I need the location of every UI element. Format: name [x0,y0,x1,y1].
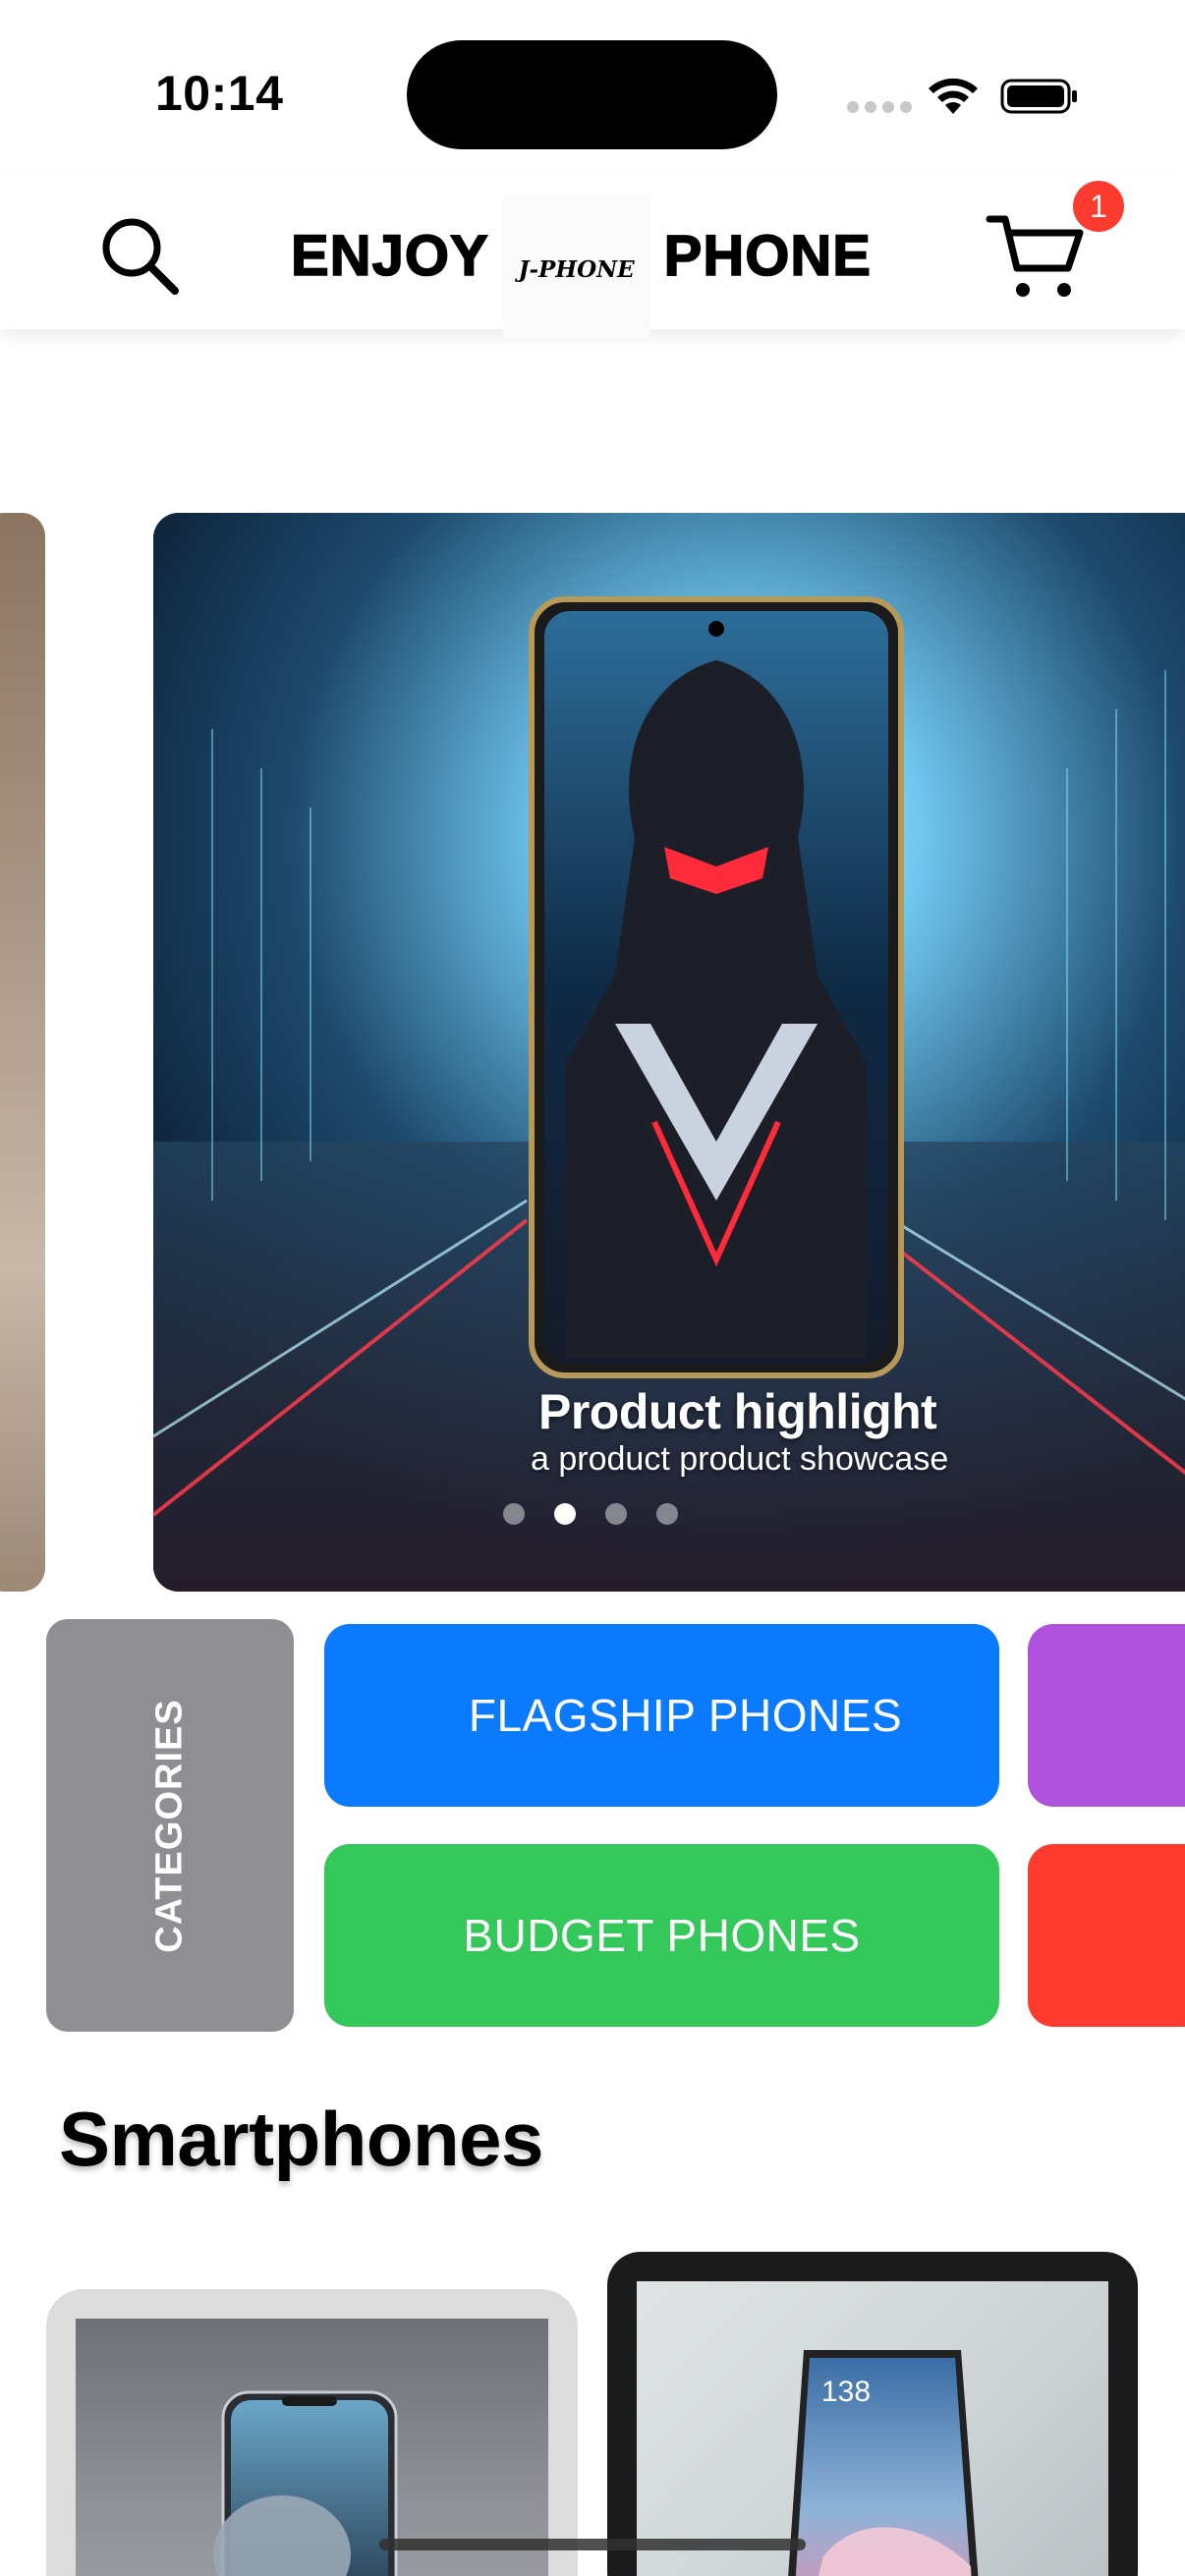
carousel-title: Product highlight [538,1384,937,1439]
carousel-subtitle: a product product showcase [531,1440,949,1478]
categories-label: CATEGORIES [148,1698,191,1953]
page-dot[interactable] [656,1503,678,1525]
page-dot[interactable] [503,1503,525,1525]
product-phone-image: 138 [788,2350,979,2576]
product-image: 138 [637,2281,1108,2576]
product-image [76,2319,548,2576]
page-dot-active[interactable] [554,1503,576,1525]
dynamic-island [407,40,777,149]
search-icon[interactable] [98,214,181,297]
product-screen-time: 138 [821,2376,871,2408]
carousel-page-indicator[interactable] [503,1503,678,1525]
category-flagship-phones-button[interactable]: FLAGSHIP PHONES [324,1624,999,1807]
brand-logo: ENJOY J-PHONE PHONE [290,196,872,343]
product-card[interactable] [46,2289,578,2576]
wifi-icon [929,78,978,114]
product-card[interactable]: 138 [607,2252,1138,2576]
carousel-previous-slide[interactable] [0,513,45,1592]
category-button-purple[interactable] [1028,1624,1185,1807]
brand-logo-mark: J-PHONE [502,196,650,343]
category-budget-phones-button[interactable]: BUDGET PHONES [324,1844,999,2027]
product-phone-image [213,2390,398,2576]
battery-icon [1000,79,1077,114]
categories-label-box: CATEGORIES [46,1619,294,2032]
carousel-slide[interactable]: Product highlight a product product show… [153,513,1185,1592]
category-button-red[interactable] [1028,1844,1185,2027]
page-dot[interactable] [605,1503,627,1525]
brand-text-left: ENJOY [290,223,489,289]
cart-count-badge: 1 [1073,181,1124,232]
cart-icon[interactable] [986,211,1086,302]
smartphones-section-title: Smartphones [59,2096,543,2182]
status-time: 10:14 [155,66,284,121]
brand-text-right: PHONE [663,223,872,289]
home-indicator[interactable] [379,2539,806,2550]
cellular-signal-icon [847,101,912,113]
